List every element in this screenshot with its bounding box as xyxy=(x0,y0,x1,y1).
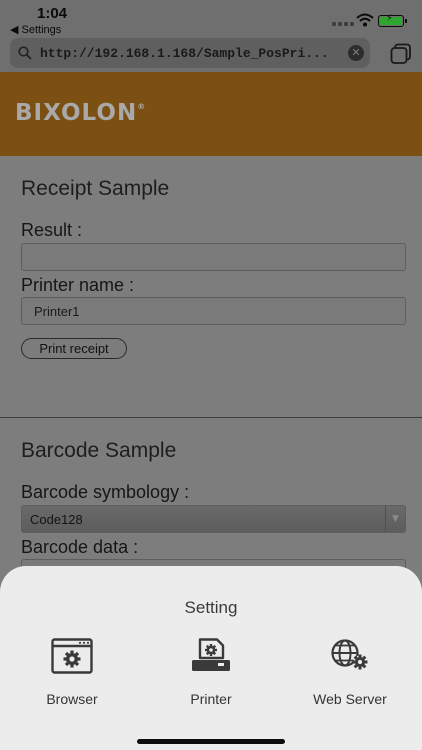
web-server-label: Web Server xyxy=(313,691,387,707)
result-field[interactable] xyxy=(21,243,406,271)
printer-name-field[interactable]: Printer1 xyxy=(21,297,406,325)
printer-name-value: Printer1 xyxy=(34,304,80,319)
address-bar[interactable]: http://192.168.1.168/Sample_PosPri... ✕ xyxy=(10,38,370,68)
tabs-icon[interactable] xyxy=(390,43,412,65)
sheet-title: Setting xyxy=(184,598,238,617)
status-time: 1:04 xyxy=(37,5,68,22)
receipt-section-title: Receipt Sample xyxy=(21,177,170,200)
barcode-section-title: Barcode Sample xyxy=(21,439,177,462)
browser-toolbar: http://192.168.1.168/Sample_PosPri... ✕ xyxy=(0,36,422,72)
barcode-symbology-label: Barcode symbology : xyxy=(21,482,190,502)
barcode-symbology-select[interactable]: Code128 ▼ xyxy=(21,505,406,533)
barcode-symbology-value: Code128 xyxy=(30,512,83,527)
section-divider xyxy=(0,417,422,418)
browser-settings-icon xyxy=(51,638,93,674)
web-server-action[interactable]: Web Server xyxy=(280,638,420,718)
printer-action[interactable]: Printer xyxy=(141,638,281,718)
settings-sheet: Setting Browser Printer Web Server xyxy=(0,566,422,750)
address-text: http://192.168.1.168/Sample_PosPri... xyxy=(40,46,329,61)
wifi-icon xyxy=(356,13,374,27)
bixolon-logo: BIXOLON® xyxy=(15,100,147,126)
back-to-settings-link[interactable]: ◀ Settings xyxy=(10,23,61,36)
status-bar: 1:04 ◀ Settings xyxy=(0,0,422,40)
chevron-down-icon: ▼ xyxy=(385,506,405,532)
search-icon xyxy=(18,46,32,60)
web-server-settings-icon xyxy=(331,639,368,670)
printer-name-label: Printer name : xyxy=(21,275,135,295)
printer-settings-icon xyxy=(192,638,230,671)
battery-icon xyxy=(378,13,407,27)
printer-label: Printer xyxy=(190,691,232,707)
browser-label: Browser xyxy=(46,691,98,707)
print-receipt-button[interactable]: Print receipt xyxy=(21,338,127,359)
clear-icon[interactable]: ✕ xyxy=(348,45,364,61)
brand-banner: BIXOLON® xyxy=(0,72,422,156)
browser-action[interactable]: Browser xyxy=(2,638,142,718)
result-label: Result : xyxy=(21,220,83,240)
barcode-data-label: Barcode data : xyxy=(21,537,139,557)
cellular-signal-icon xyxy=(332,20,354,26)
home-indicator[interactable] xyxy=(137,739,285,744)
